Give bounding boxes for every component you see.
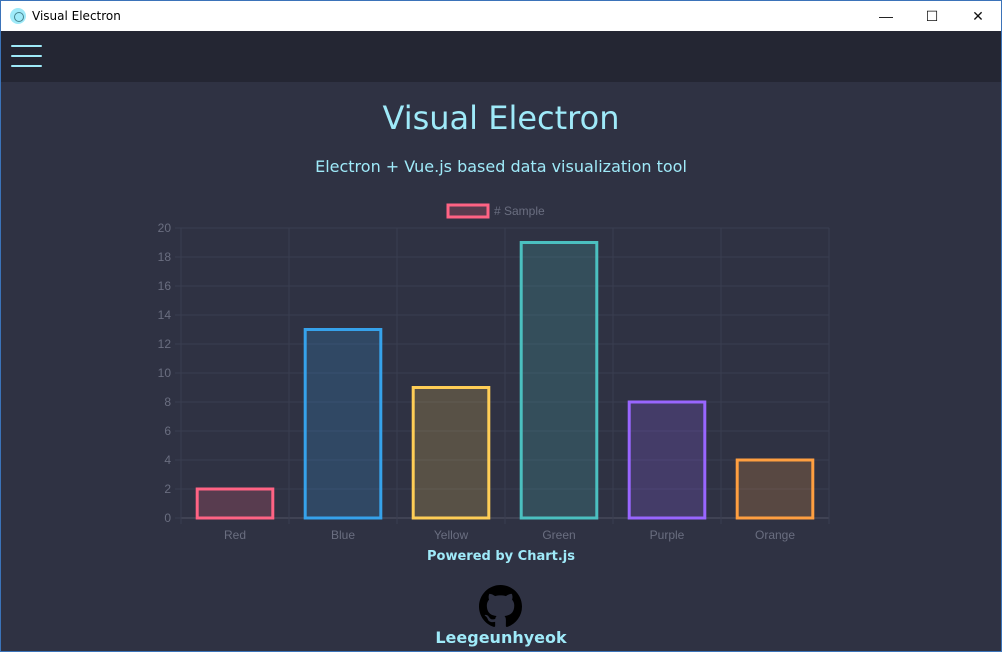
y-tick-label: 6 — [164, 424, 171, 438]
y-tick-label: 8 — [164, 395, 171, 409]
legend-label: # Sample — [494, 204, 545, 218]
x-tick-label: Green — [542, 528, 575, 542]
main-content: Visual Electron Electron + Vue.js based … — [1, 82, 1001, 651]
app-window: Visual Electron — ☐ ✕ Visual Electron El… — [0, 0, 1002, 652]
x-tick-label: Blue — [331, 528, 355, 542]
bar-orange — [735, 458, 815, 520]
x-tick-label: Orange — [755, 528, 795, 542]
x-tick-label: Purple — [650, 528, 685, 542]
author-name[interactable]: Leegeunhyeok — [1, 628, 1001, 647]
bar-yellow — [411, 386, 491, 520]
bar-blue — [303, 328, 383, 520]
hamburger-menu-icon[interactable] — [11, 45, 42, 67]
top-nav-bar — [1, 31, 1001, 82]
y-tick-label: 16 — [158, 279, 172, 293]
window-controls: — ☐ ✕ — [863, 1, 1001, 31]
x-tick-label: Yellow — [434, 528, 469, 542]
close-button[interactable]: ✕ — [955, 1, 1001, 31]
x-tick-label: Red — [224, 528, 246, 542]
y-tick-label: 2 — [164, 482, 171, 496]
bar-red — [195, 487, 275, 520]
bar-chart: 0 2 4 6 8 10 12 14 16 18 20 Red Blue Yellow Green Purpl… — [158, 203, 830, 542]
powered-by-link[interactable]: Powered by Chart.js — [1, 549, 1001, 564]
y-tick-label: 0 — [164, 511, 171, 525]
minimize-button[interactable]: — — [863, 1, 909, 31]
y-tick-label: 4 — [164, 453, 171, 467]
y-tick-label: 14 — [158, 308, 172, 322]
bar-green — [519, 241, 599, 520]
electron-icon — [10, 8, 26, 24]
y-tick-label: 10 — [158, 366, 172, 380]
maximize-button[interactable]: ☐ — [909, 1, 955, 31]
y-tick-label: 12 — [158, 337, 172, 351]
bar-purple — [627, 400, 707, 520]
title-bar[interactable]: Visual Electron — ☐ ✕ — [1, 1, 1001, 31]
y-tick-label: 20 — [158, 221, 172, 235]
github-icon[interactable] — [479, 585, 522, 628]
y-tick-label: 18 — [158, 250, 172, 264]
legend-swatch — [446, 203, 490, 219]
window-title: Visual Electron — [32, 9, 121, 23]
